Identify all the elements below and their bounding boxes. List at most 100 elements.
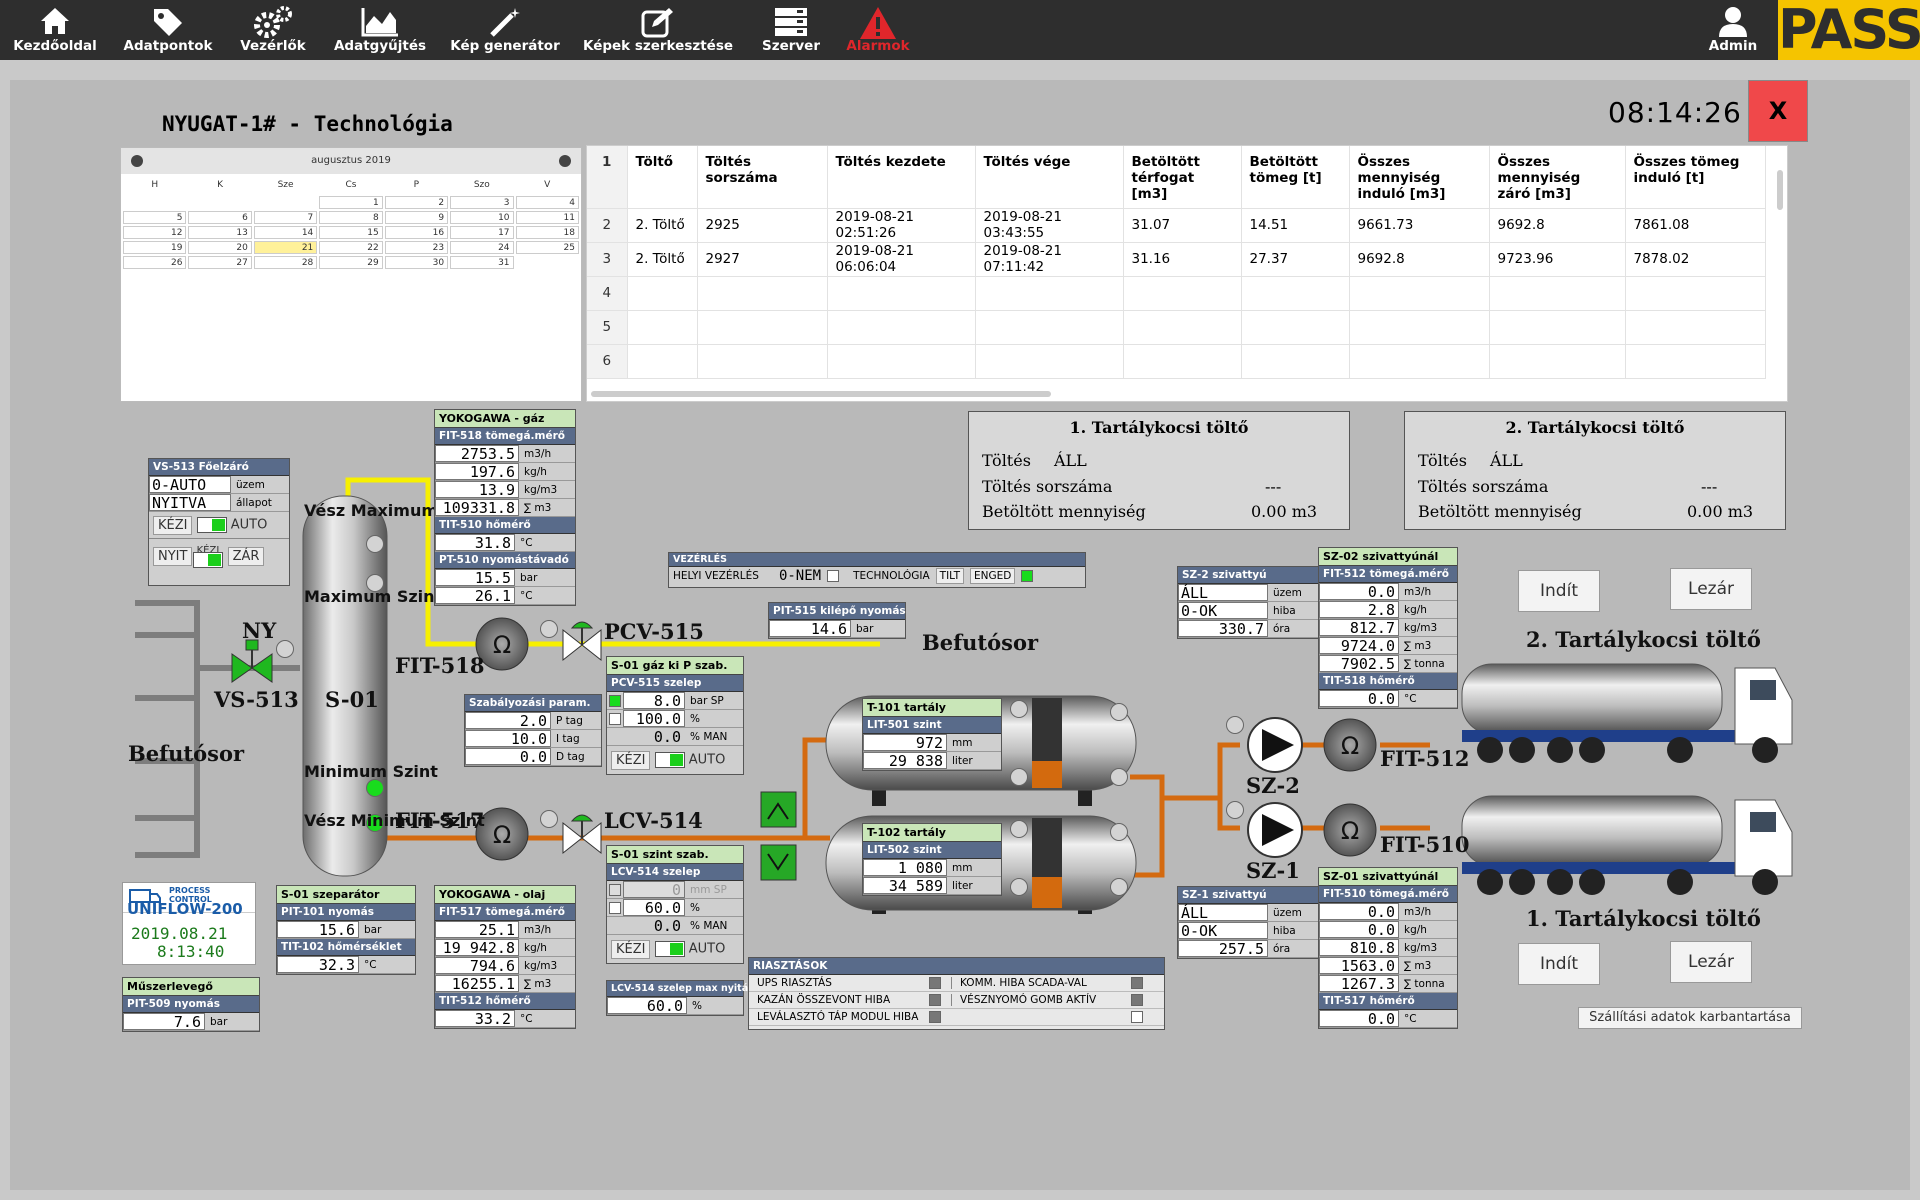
measured-value: 1267.3 <box>1319 975 1399 992</box>
sz1-run-unit: üzem <box>1273 906 1302 919</box>
lcv514-manual-button[interactable]: KÉZI <box>611 939 651 959</box>
filler-1-start-button[interactable]: Indít <box>1518 943 1600 985</box>
arrow-down-button[interactable] <box>760 844 797 881</box>
tit102-row: 32.3 °C <box>277 956 415 974</box>
filler-2-close-button[interactable]: Lezár <box>1670 568 1752 610</box>
vs513-close-button[interactable]: ZÁR <box>227 546 265 566</box>
filler-2-start-button[interactable]: Indít <box>1518 570 1600 612</box>
yokogawa-oil-title: YOKOGAWA - olaj <box>435 886 575 904</box>
fit512-title: FIT-512 tömegá.mérő <box>1319 566 1457 583</box>
measured-unit: m3/h <box>524 923 552 936</box>
vs513-row-state: NYITVA állapot <box>149 494 289 512</box>
sz2-run-unit: üzem <box>1273 586 1302 599</box>
control-title: VEZÉRLÉS <box>669 553 1085 567</box>
fit517-title: FIT-517 tömegá.mérő <box>435 904 575 921</box>
measured-unit: kg/h <box>1404 603 1427 616</box>
pcv515-man-value[interactable]: 0.0 <box>623 728 685 745</box>
s01-level-title: S-01 szint szab. <box>607 846 743 864</box>
sz2-pump-icon[interactable] <box>1247 717 1303 773</box>
sz2-hours-unit: óra <box>1273 622 1291 635</box>
lcv514-sp-checkbox[interactable] <box>609 883 621 896</box>
t102-title: T-102 tartály <box>863 824 1001 842</box>
tit102-value: 32.3 <box>277 956 359 973</box>
sz1-pump-panel: SZ-1 szivattyú ÁLL üzem 0-OK hiba 257.5 óra <box>1177 886 1319 959</box>
measured-value: 2.8 <box>1319 601 1399 618</box>
measured-unit: ∑ m3 <box>524 977 552 990</box>
tit518-row: 0.0 °C <box>1319 690 1457 708</box>
disable-button[interactable]: TILT <box>935 568 964 584</box>
lit501-mm-row: 972 mm <box>863 734 1001 752</box>
tit512-row: 33.2 °C <box>435 1010 575 1028</box>
sz2-fault-value: 0-OK <box>1178 602 1268 619</box>
lcv514-max-value[interactable]: 60.0 <box>607 997 687 1014</box>
sz1-fault-value: 0-OK <box>1178 922 1268 939</box>
vs513-manual-button[interactable]: KÉZI <box>153 515 193 535</box>
lcv514-sp-unit: mm SP <box>690 883 727 896</box>
filler-1-status-panel: 1. Tartálykocsi töltő Töltés ÁLL Töltés … <box>968 411 1350 530</box>
local-control-value: 0-NEM <box>778 568 822 584</box>
pcv515-mode-toggle[interactable] <box>654 752 685 768</box>
pcv515-valve-icon[interactable] <box>562 621 602 662</box>
vs513-state-value: NYITVA <box>149 494 231 511</box>
value-row: 794.6 kg/m3 <box>435 957 575 975</box>
local-control-checkbox[interactable] <box>827 570 840 582</box>
alarm-indicator <box>929 994 941 1006</box>
lcv514-max-row: 60.0% <box>607 997 743 1015</box>
sz02-meter-panel: SZ-02 szivattyúnál FIT-512 tömegá.mérő 0… <box>1318 547 1458 709</box>
min-led <box>366 779 384 797</box>
fit518-values: 2753.5 m3/h 197.6 kg/h 13.9 kg/m3 109331.8 ∑ m3 <box>435 445 575 517</box>
sz2-label: SZ-2 <box>1246 773 1300 798</box>
enable-button[interactable]: ENGED <box>970 568 1016 584</box>
vs513-panel: VS-513 Főelzáró 0-AUTO üzem NYITVA állapot… <box>148 458 290 586</box>
tit510-row: 31.8 °C <box>435 534 575 552</box>
value-row: 2.0 P tag <box>465 712 601 730</box>
measured-value: 810.8 <box>1319 939 1399 956</box>
filler-1-close-button[interactable]: Lezár <box>1670 941 1752 983</box>
value-row: 0.0 m3/h <box>1319 583 1457 601</box>
sz2-fault-row: 0-OK hiba <box>1178 602 1318 620</box>
sz1-hours-unit: óra <box>1273 942 1291 955</box>
vs513-open-button[interactable]: NYIT <box>153 546 193 566</box>
uniflow-line1: PROCESS <box>169 886 211 895</box>
pcv515-open-value: 100.0 <box>623 710 685 727</box>
alarm-label: KAZÁN ÖSSZEVONT HIBA <box>757 994 891 1006</box>
lcv514-valve-icon[interactable] <box>562 814 602 855</box>
pcv515-open-checkbox[interactable] <box>609 712 621 725</box>
sz1-fault-row: 0-OK hiba <box>1178 922 1318 940</box>
tit518-unit: °C <box>1404 692 1417 705</box>
measured-unit: ∑ tonna <box>1404 657 1445 670</box>
pt510-temp-row: 26.1 °C <box>435 587 575 605</box>
lcv514-mode-toggle[interactable] <box>654 941 685 957</box>
sz1-pump-icon[interactable] <box>1247 802 1303 858</box>
vs513-valve-toggle[interactable] <box>193 552 224 568</box>
alarm-row: KAZÁN ÖSSZEVONT HIBA VÉSZNYOMÓ GOMB AKTÍV <box>749 992 1164 1009</box>
tit518-title: TIT-518 hőmérő <box>1319 673 1457 690</box>
pcv515-sp-value[interactable]: 8.0 <box>623 692 685 709</box>
vesz-max-label: Vész Maximum Szint <box>304 502 489 519</box>
filler-2-amount-value: 0.00 m3 <box>1687 502 1754 521</box>
pcv515-mode-row: KÉZI AUTO <box>607 746 743 774</box>
vs513-valve-icon[interactable] <box>231 639 273 683</box>
maintenance-button[interactable]: Szállítási adatok karbantartása <box>1578 1007 1802 1029</box>
value-row: 812.7 kg/m3 <box>1319 619 1457 637</box>
vs513-mode-toggle[interactable] <box>196 517 227 533</box>
pit515-title: PIT-515 kilépő nyomás <box>769 603 906 620</box>
lcv514-open-checkbox[interactable] <box>609 901 621 914</box>
sz1-status-led <box>1226 801 1244 819</box>
pcv515-sp-unit: bar SP <box>690 694 724 707</box>
filler-2-title: 2. Tartálykocsi töltő <box>1505 418 1685 437</box>
measured-value: 9724.0 <box>1319 637 1399 654</box>
vesz-max-led <box>366 535 384 553</box>
pit515-row: 14.6 bar <box>769 620 905 638</box>
pcv515-manual-button[interactable]: KÉZI <box>611 750 651 770</box>
s01-gas-title: S-01 gáz ki P szab. <box>607 657 743 675</box>
value-row: 1563.0 ∑ m3 <box>1319 957 1457 975</box>
pit515-unit: bar <box>856 622 874 635</box>
pcv515-sp-checkbox[interactable] <box>609 694 621 707</box>
lcv514-sp-value[interactable]: 0 <box>623 881 685 898</box>
arrow-up-button[interactable] <box>760 791 797 828</box>
technology-status-indicator <box>1021 570 1034 582</box>
lcv514-man-value[interactable]: 0.0 <box>623 917 685 934</box>
t102-panel: T-102 tartály LIT-502 szint 1 080 mm 34 5… <box>862 823 1002 896</box>
alarms-list: UPS RIASZTÁS KOMM. HIBA SCADA-VAL KAZÁN ÖS… <box>749 975 1164 1026</box>
